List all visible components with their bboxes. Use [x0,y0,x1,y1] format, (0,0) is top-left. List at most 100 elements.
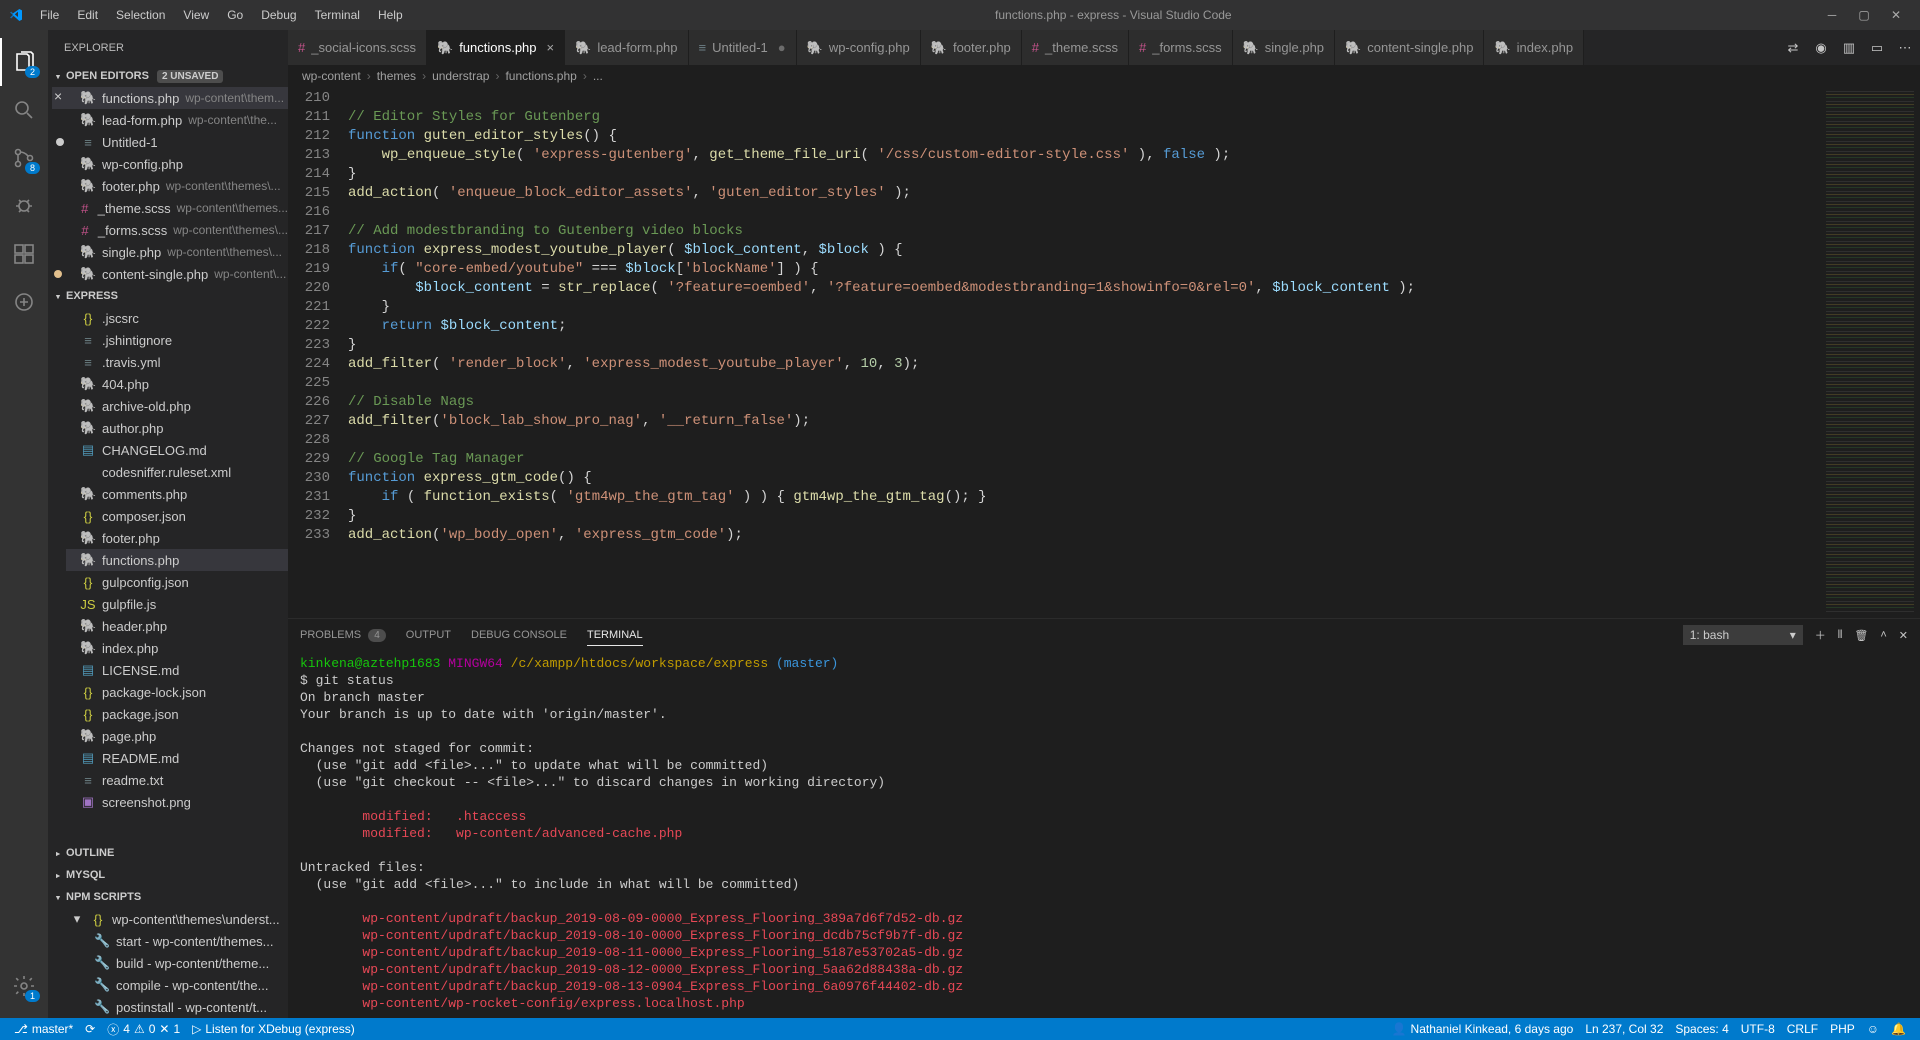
breadcrumb-item[interactable]: ... [593,69,603,83]
npm-script-item[interactable]: 🔧compile - wp-content/the... [62,974,288,996]
editor-tab[interactable]: 🐘index.php [1484,30,1584,65]
code-content[interactable]: // Editor Styles for Gutenbergfunction g… [348,87,1820,618]
open-editor-item[interactable]: #_theme.scsswp-content\themes... [52,197,288,219]
file-tree-item[interactable]: {}package-lock.json [66,681,288,703]
status-branch[interactable]: ⎇ master* [8,1022,79,1036]
file-tree-item[interactable]: 🐘footer.php [66,527,288,549]
scm-icon[interactable]: 8 [0,134,48,182]
kill-terminal-icon[interactable]: 🗑 [1854,629,1868,642]
file-tree-item[interactable]: codesniffer.ruleset.xml [66,461,288,483]
status-errors[interactable]: ⓧ4 ⚠0 ✕1 [101,1021,186,1038]
menu-go[interactable]: Go [219,4,251,26]
breadcrumb-item[interactable]: wp-content [302,69,361,83]
file-tree-item[interactable]: {}.jscsrc [66,307,288,329]
file-tree-item[interactable]: 🐘functions.php [66,549,288,571]
breadcrumb-item[interactable]: functions.php [505,69,576,83]
workspace-header[interactable]: ▾ EXPRESS [48,285,288,307]
npm-script-item[interactable]: 🔧build - wp-content/theme... [62,952,288,974]
file-tree-item[interactable]: 🐘header.php [66,615,288,637]
close-panel-icon[interactable]: ✕ [1899,629,1908,642]
file-tree-item[interactable]: {}composer.json [66,505,288,527]
file-tree-item[interactable]: ≡.travis.yml [66,351,288,373]
editor-tab[interactable]: 🐘wp-config.php [797,30,921,65]
editor-tab[interactable]: ≡Untitled-1● [689,30,797,65]
editor-tab[interactable]: 🐘functions.php× [427,30,565,65]
code-editor[interactable]: 2102112122132142152162172182192202212222… [288,87,1920,618]
menu-debug[interactable]: Debug [253,4,304,26]
file-tree-item[interactable]: 🐘author.php [66,417,288,439]
open-editor-item[interactable]: #_forms.scsswp-content\themes\... [52,219,288,241]
more-icon[interactable]: ⋯ [1896,40,1914,56]
file-tree-item[interactable]: 🐘404.php [66,373,288,395]
editor-tab[interactable]: #_forms.scss [1129,30,1233,65]
status-feedback-icon[interactable]: ☺ [1861,1022,1885,1036]
open-editor-item[interactable]: ≡Untitled-1 [52,131,288,153]
npm-script-item[interactable]: 🔧start - wp-content/themes... [62,930,288,952]
file-tree-item[interactable]: ▣screenshot.png [66,791,288,813]
minimize-icon[interactable]: ─ [1822,8,1842,22]
split-editor-icon[interactable]: ▥ [1840,40,1858,56]
close-tab-icon[interactable]: × [547,40,555,55]
tab-terminal[interactable]: TERMINAL [587,625,643,646]
editor-tab[interactable]: 🐘lead-form.php [565,30,688,65]
editor-tab[interactable]: 🐘content-single.php [1335,30,1484,65]
file-tree-item[interactable]: ▤LICENSE.md [66,659,288,681]
editor-tab[interactable]: #_theme.scss [1022,30,1129,65]
outline-header[interactable]: ▸ OUTLINE [48,842,288,864]
status-bell-icon[interactable]: 🔔 [1885,1022,1912,1036]
menu-selection[interactable]: Selection [108,4,173,26]
extensions-icon[interactable] [0,230,48,278]
status-spaces[interactable]: Spaces: 4 [1669,1022,1734,1036]
docker-icon[interactable] [0,278,48,326]
editor-tab[interactable]: 🐘footer.php [921,30,1022,65]
open-editor-item[interactable]: ×🐘functions.phpwp-content\them... [52,87,288,109]
tab-problems[interactable]: PROBLEMS 4 [300,625,386,645]
file-tree-item[interactable]: 🐘page.php [66,725,288,747]
toggle-sidebar-icon[interactable]: ▭ [1868,40,1886,56]
file-tree-item[interactable]: ≡readme.txt [66,769,288,791]
npm-script-item[interactable]: 🔧postinstall - wp-content/t... [62,996,288,1018]
file-tree-item[interactable]: ▤README.md [66,747,288,769]
maximize-panel-icon[interactable]: ˄ [1880,629,1886,641]
terminal-output[interactable]: kinkena@aztehp1683 MINGW64 /c/xampp/htdo… [288,651,1920,1018]
settings-gear-icon[interactable]: 1 [0,962,48,1010]
status-encoding[interactable]: UTF-8 [1735,1022,1781,1036]
new-terminal-icon[interactable]: ＋ [1815,627,1826,643]
editor-tab[interactable]: #_social-icons.scss [288,30,427,65]
search-icon[interactable] [0,86,48,134]
breadcrumb-item[interactable]: themes [377,69,416,83]
menu-terminal[interactable]: Terminal [307,4,368,26]
terminal-select[interactable]: 1: bash▾ [1683,625,1803,645]
file-tree-item[interactable]: JSgulpfile.js [66,593,288,615]
compare-icon[interactable]: ⇄ [1784,40,1802,56]
mysql-header[interactable]: ▸ MYSQL [48,864,288,886]
debug-icon[interactable] [0,182,48,230]
open-editor-item[interactable]: 🐘content-single.phpwp-content\... [52,263,288,285]
maximize-icon[interactable]: ▢ [1854,8,1874,22]
open-editors-header[interactable]: ▾ OPEN EDITORS 2 UNSAVED [48,65,288,87]
tab-output[interactable]: OUTPUT [406,625,451,645]
npm-header[interactable]: ▾ NPM SCRIPTS [48,886,288,908]
open-editor-item[interactable]: 🐘wp-config.php [52,153,288,175]
breadcrumb-item[interactable]: understrap [432,69,489,83]
open-changes-icon[interactable]: ◉ [1812,40,1830,56]
file-tree-item[interactable]: 🐘archive-old.php [66,395,288,417]
explorer-icon[interactable]: 2 [0,38,48,86]
open-editor-item[interactable]: 🐘footer.phpwp-content\themes\... [52,175,288,197]
status-sync[interactable]: ⟳ [79,1022,101,1036]
status-eol[interactable]: CRLF [1781,1022,1824,1036]
file-tree-item[interactable]: ▤CHANGELOG.md [66,439,288,461]
file-tree-item[interactable]: 🐘index.php [66,637,288,659]
open-editor-item[interactable]: 🐘lead-form.phpwp-content\the... [52,109,288,131]
menu-edit[interactable]: Edit [69,4,106,26]
npm-package-item[interactable]: ▾{}wp-content\themes\underst... [62,908,288,930]
file-tree-item[interactable]: 🐘comments.php [66,483,288,505]
status-blame[interactable]: 👤 Nathaniel Kinkead, 6 days ago [1386,1022,1580,1036]
file-tree-item[interactable]: ≡.jshintignore [66,329,288,351]
status-lang[interactable]: PHP [1824,1022,1861,1036]
menu-file[interactable]: File [32,4,67,26]
status-lncol[interactable]: Ln 237, Col 32 [1579,1022,1669,1036]
menu-help[interactable]: Help [370,4,411,26]
breadcrumbs[interactable]: wp-content›themes›understrap›functions.p… [288,65,1920,87]
tab-debug-console[interactable]: DEBUG CONSOLE [471,625,567,645]
